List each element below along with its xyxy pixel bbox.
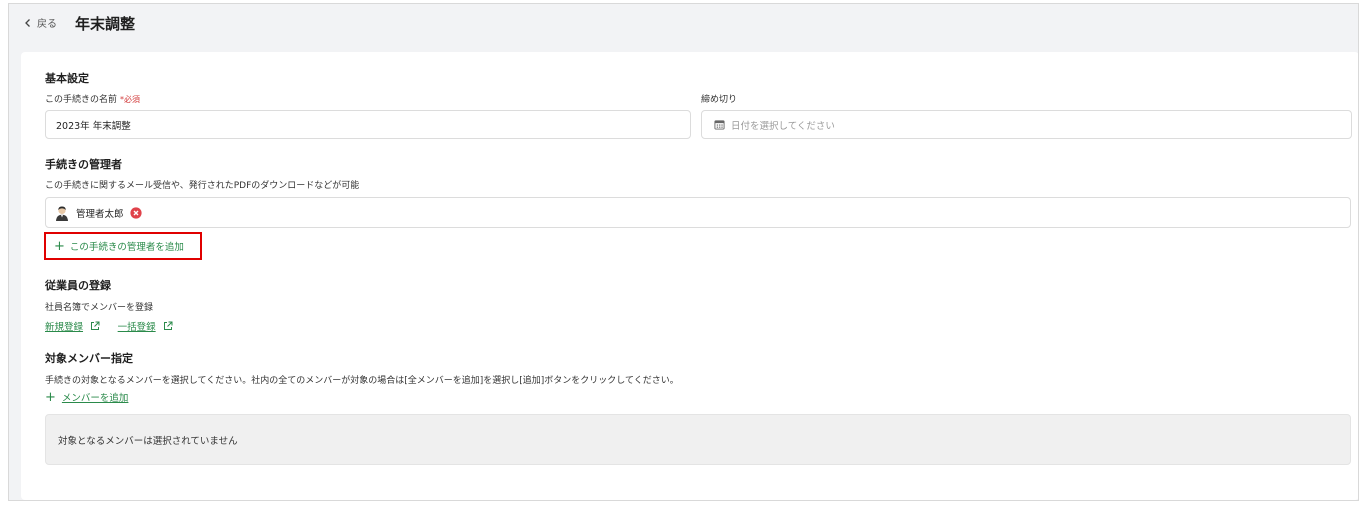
top-bar: 戻る 年末調整 <box>9 4 1358 50</box>
employee-registration-heading: 従業員の登録 <box>45 279 111 292</box>
back-button[interactable]: 戻る <box>23 15 57 30</box>
calendar-icon <box>714 120 725 130</box>
external-link-icon <box>90 321 100 330</box>
procedure-name-label-text: この手続きの名前 <box>45 95 118 105</box>
admins-description: この手続きに関するメール受信や、発行されたPDFのダウンロードなどが可能 <box>45 181 360 191</box>
avatar <box>56 205 68 221</box>
plus-icon: + <box>54 238 65 254</box>
deadline-date-picker[interactable]: 日付を選択してください <box>701 110 1352 139</box>
empty-members-text: 対象となるメンバーは選択されていません <box>58 435 238 447</box>
remove-admin-icon[interactable] <box>129 206 142 219</box>
bulk-registration-link[interactable]: 一括登録 <box>118 322 156 333</box>
page-title: 年末調整 <box>75 15 136 33</box>
basic-settings-heading: 基本設定 <box>45 72 89 85</box>
add-member-label: メンバーを追加 <box>61 393 129 404</box>
procedure-name-input[interactable]: 2023年 年末調整 <box>45 110 691 139</box>
admin-chip-name: 管理者太郎 <box>76 208 124 220</box>
chevron-left-icon <box>25 18 30 27</box>
back-label: 戻る <box>37 19 57 30</box>
target-members-heading: 対象メンバー指定 <box>45 352 133 365</box>
add-admin-button[interactable]: + この手続きの管理者を追加 <box>44 232 202 260</box>
add-member-button[interactable]: + メンバーを追加 <box>45 389 129 405</box>
admin-select-field[interactable]: 管理者太郎 <box>45 197 1351 228</box>
add-admin-label: この手続きの管理者を追加 <box>69 242 184 253</box>
external-link-icon <box>163 321 173 330</box>
form-card: 基本設定 この手続きの名前 *必須 2023年 年末調整 締め切り 日付を選択して… <box>21 52 1358 500</box>
new-registration-link[interactable]: 新規登録 <box>45 322 83 333</box>
employee-registration-description: 社員名簿でメンバーを登録 <box>45 303 154 313</box>
app-window: 戻る 年末調整 基本設定 この手続きの名前 *必須 2023年 年末調整 締め切り… <box>8 3 1359 501</box>
registration-links: 新規登録 一括登録 <box>45 319 173 333</box>
selected-members-empty-state: 対象となるメンバーは選択されていません <box>45 414 1351 465</box>
admins-heading: 手続きの管理者 <box>45 158 122 171</box>
procedure-name-value: 2023年 年末調整 <box>56 120 131 132</box>
plus-icon: + <box>45 389 56 405</box>
target-members-description: 手続きの対象となるメンバーを選択してください。社内の全てのメンバーが対象の場合は… <box>45 376 679 386</box>
required-mark: *必須 <box>120 95 141 104</box>
deadline-placeholder: 日付を選択してください <box>731 120 835 132</box>
deadline-label: 締め切り <box>701 95 738 105</box>
procedure-name-label: この手続きの名前 *必須 <box>45 92 140 105</box>
